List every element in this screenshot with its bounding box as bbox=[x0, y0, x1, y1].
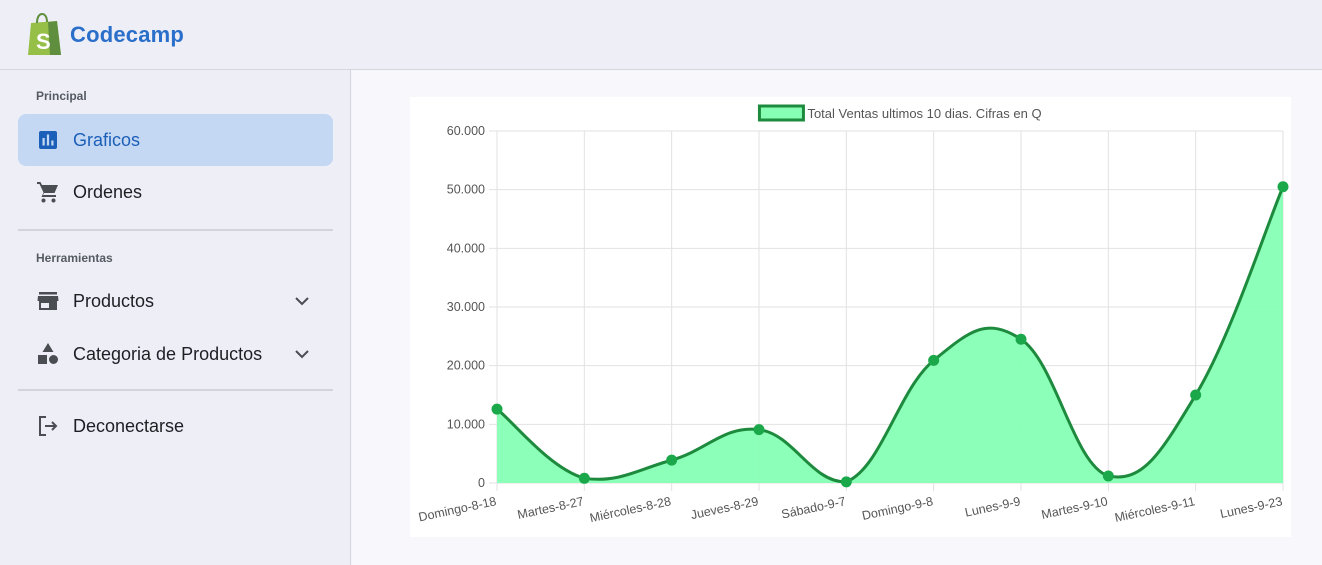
sidebar-divider bbox=[18, 389, 333, 391]
x-tick-label: Domingo-9-8 bbox=[861, 494, 935, 523]
data-point bbox=[1277, 181, 1289, 193]
x-tick-label: Domingo-8-18 bbox=[417, 494, 497, 524]
y-tick-label: 0 bbox=[478, 476, 485, 490]
data-point bbox=[1190, 389, 1202, 401]
sidebar-item-label: Categoria de Productos bbox=[73, 343, 263, 364]
data-point bbox=[666, 454, 678, 466]
x-tick-label: Miércoles-8-28 bbox=[589, 494, 673, 525]
y-tick-label: 30.000 bbox=[447, 300, 485, 314]
sidebar-item-label: Productos bbox=[73, 290, 155, 311]
x-tick-label: Lunes-9-23 bbox=[1219, 494, 1284, 521]
x-tick-label: Martes-8-27 bbox=[516, 494, 585, 522]
chevron-down-icon[interactable] bbox=[293, 292, 311, 310]
sidebar-divider bbox=[18, 229, 333, 231]
cart-icon bbox=[37, 182, 58, 203]
sidebar-item-label: Graficos bbox=[73, 129, 141, 150]
y-tick-label: 10.000 bbox=[447, 417, 485, 431]
sidebar-item-label: Ordenes bbox=[73, 181, 143, 202]
x-tick-label: Lunes-9-9 bbox=[964, 494, 1022, 519]
sales-chart-card: Total Ventas ultimos 10 dias. Cifras en … bbox=[410, 97, 1291, 537]
sidebar-item-productos[interactable]: Productos bbox=[18, 275, 333, 327]
x-tick-label: Miércoles-9-11 bbox=[1113, 494, 1196, 525]
shapes-icon bbox=[38, 343, 58, 364]
sidebar-item-graficos[interactable]: Graficos bbox=[18, 114, 333, 166]
section-label-principal: Principal bbox=[36, 89, 87, 103]
x-tick-label: Sábado-9-7 bbox=[780, 494, 847, 521]
sidebar-item-label: Deconectarse bbox=[73, 415, 185, 436]
sidebar-item-ordenes[interactable]: Ordenes bbox=[18, 166, 333, 218]
data-point bbox=[928, 354, 940, 366]
data-point bbox=[1015, 333, 1027, 345]
series-area bbox=[497, 186, 1283, 483]
data-point bbox=[1102, 470, 1114, 482]
y-tick-label: 60.000 bbox=[447, 124, 485, 138]
data-point bbox=[753, 424, 765, 436]
data-point bbox=[578, 472, 590, 484]
store-icon bbox=[37, 292, 59, 310]
x-tick-label: Martes-9-10 bbox=[1040, 494, 1109, 522]
sidebar: Principal Graficos Ordenes Herramientas … bbox=[0, 70, 351, 565]
bar-chart-icon bbox=[39, 131, 57, 149]
data-point bbox=[491, 403, 503, 415]
y-tick-label: 20.000 bbox=[447, 359, 485, 373]
sales-line-chart: Total Ventas ultimos 10 dias. Cifras en … bbox=[417, 104, 1289, 525]
legend-swatch bbox=[757, 104, 805, 122]
x-tick-label: Jueves-8-29 bbox=[689, 494, 759, 522]
sidebar-item-deconectarse[interactable]: Deconectarse bbox=[18, 400, 333, 452]
y-tick-label: 50.000 bbox=[447, 183, 485, 197]
y-tick-label: 40.000 bbox=[447, 241, 485, 255]
legend-label: Total Ventas ultimos 10 dias. Cifras en … bbox=[807, 106, 1041, 121]
logout-icon bbox=[39, 416, 58, 436]
sidebar-item-categoria-productos[interactable]: Categoria de Productos bbox=[18, 328, 333, 380]
shopify-bag-icon[interactable]: S bbox=[26, 13, 64, 57]
data-point bbox=[840, 476, 852, 488]
section-label-herramientas: Herramientas bbox=[36, 251, 113, 265]
top-app-bar: S Codecamp bbox=[0, 0, 1322, 70]
chevron-down-icon[interactable] bbox=[293, 345, 311, 363]
brand-title[interactable]: Codecamp bbox=[70, 22, 184, 48]
svg-text:S: S bbox=[36, 29, 51, 54]
